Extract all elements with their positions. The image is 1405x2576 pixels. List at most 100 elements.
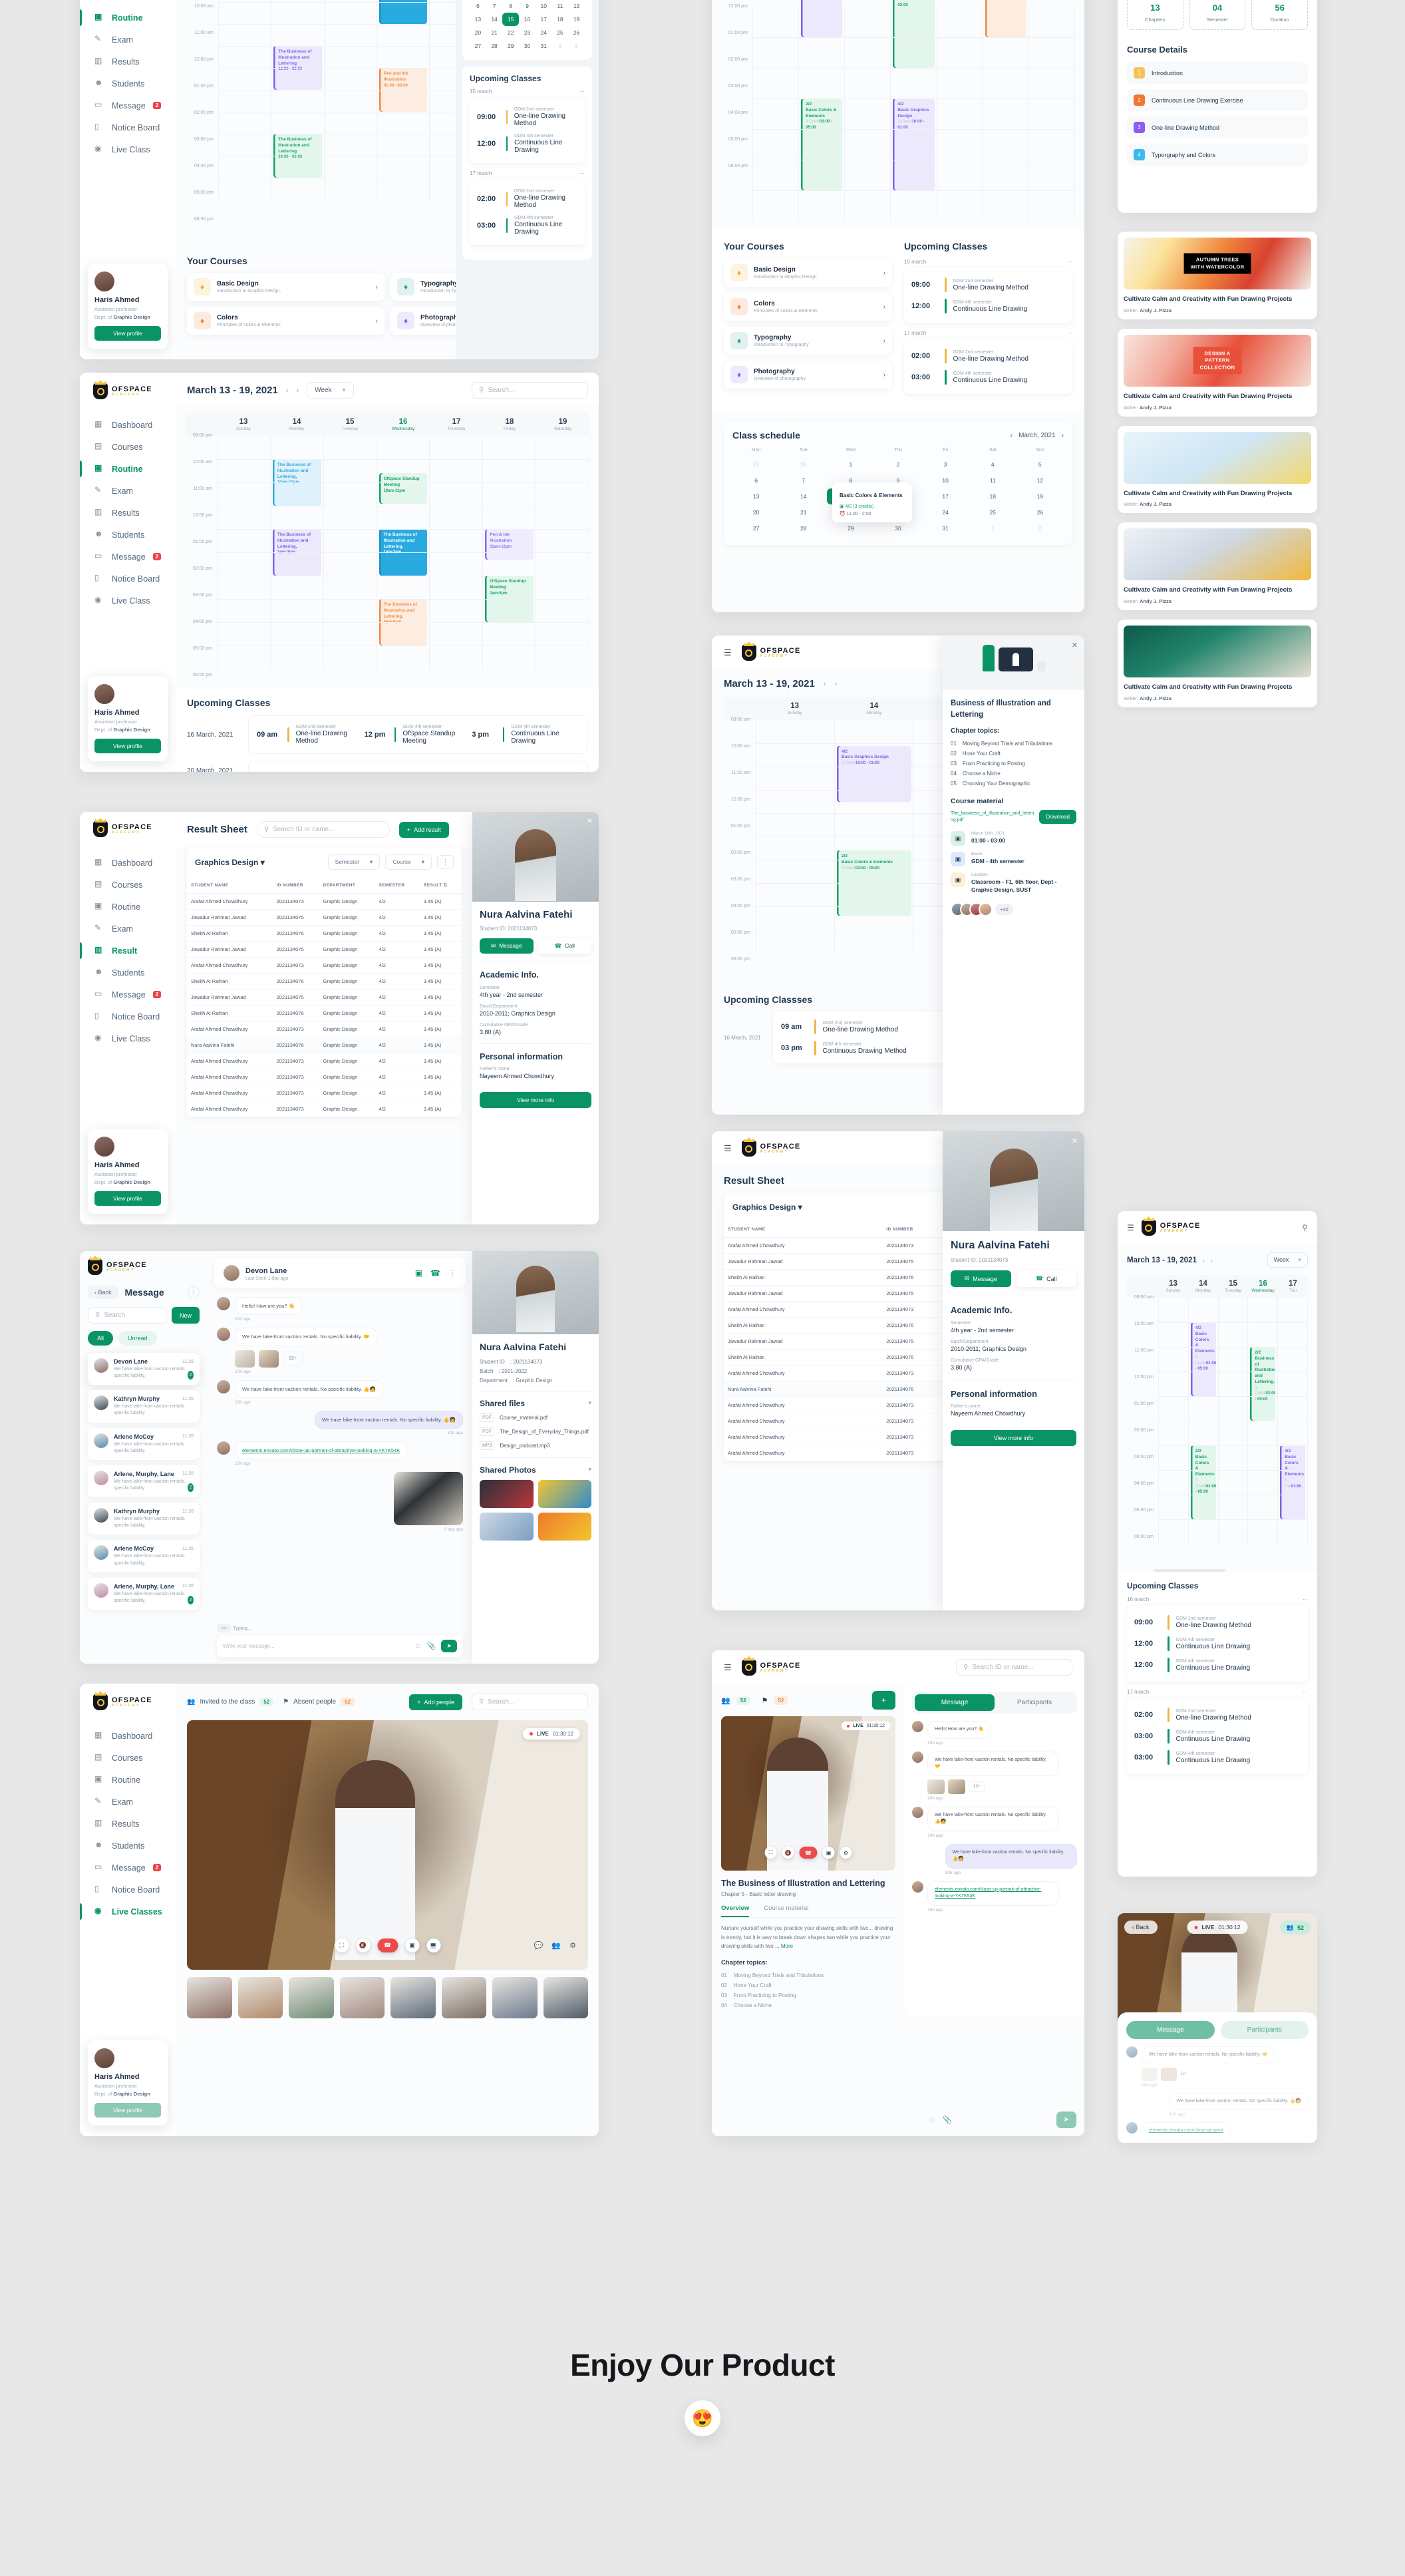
calendar-day[interactable]: 1	[552, 39, 569, 53]
course-detail-item[interactable]: 1 Introduction	[1127, 62, 1308, 84]
calendar-day-header[interactable]: 18 Friday	[483, 413, 536, 436]
calendar-day[interactable]: 9	[519, 0, 536, 13]
next-week-button[interactable]: ›	[296, 387, 299, 395]
more-options-icon[interactable]: ···	[1067, 259, 1072, 265]
sidebar-item-routine[interactable]: ▣ Routine	[80, 458, 176, 480]
topic-item[interactable]: 03 From Practicing to Posting	[721, 1990, 895, 2000]
article-card[interactable]: Cultivate Calm and Creativity with Fun D…	[1118, 620, 1317, 707]
participant-thumbnail[interactable]	[187, 1977, 232, 2018]
sidebar-item-live class[interactable]: ◉ Live Class	[80, 590, 176, 612]
upcoming-row[interactable]: 09:00 GDM 2nd semester One-line Drawing …	[1134, 1612, 1301, 1633]
download-button[interactable]: Download	[1039, 810, 1076, 825]
message-button[interactable]: ✉ Message	[480, 938, 534, 954]
upcoming-list[interactable]: 15 march ··· 09:00 GDM 2nd semester One-…	[904, 259, 1072, 394]
shared-file[interactable]: PDF The_Design_of_Everyday_Things.pdf	[480, 1427, 591, 1436]
calendar-grid[interactable]: 4/2 Basic Colors & Elements 3 Credit03:00 …	[1158, 1298, 1308, 1564]
table-row[interactable]: Arafat Ahmed Chowdhury 2021134073 Graphi…	[187, 1101, 462, 1117]
table-header[interactable]: ID NUMBER	[272, 877, 319, 894]
mini-calendar[interactable]: MonTueWedThuFriSatSun2728123456789101112…	[470, 0, 585, 53]
menu-icon[interactable]: ☰	[724, 647, 732, 658]
material-file-link[interactable]: The_business_of_illustration_and_letteri…	[951, 811, 1034, 824]
thread-item[interactable]: Arlene McCoy 11:26 We have lake-front va…	[88, 1427, 200, 1460]
upcoming-row[interactable]: 09 am GDM 2nd semester One-line Drawing …	[257, 721, 365, 748]
calendar-day[interactable]: 13	[470, 13, 486, 26]
sidebar-item-message[interactable]: ▭ Message 2	[80, 94, 176, 116]
calendar-day[interactable]: 3	[922, 457, 969, 472]
tab-participants[interactable]: Participants	[1220, 2021, 1309, 2039]
calendar-day[interactable]: 2	[568, 39, 585, 53]
sidebar-item-students[interactable]: ☻ Students	[80, 73, 176, 94]
calendar-day[interactable]: 16	[519, 13, 536, 26]
calendar-day[interactable]: 29	[827, 520, 874, 536]
thread-item[interactable]: Devon Lane 11:26 We have lake-front vact…	[88, 1353, 200, 1385]
calendar-column[interactable]: 4/2Basic Graphics Design3 Credit10:00 - …	[798, 0, 844, 221]
calendar-day[interactable]: 21	[486, 26, 503, 39]
calendar-day[interactable]: 20	[470, 26, 486, 39]
table-row[interactable]: Arafat Ahmed Chowdhury 2021134073 Graphi…	[187, 1085, 462, 1101]
calendar-day-header[interactable]: 17 Thursday	[430, 413, 483, 436]
calendar-day[interactable]: 2	[1016, 520, 1064, 536]
sidebar-item-routine[interactable]: ▣ Routine	[80, 7, 176, 29]
sidebar-item-students[interactable]: ☻ Students	[80, 962, 176, 984]
calendar-day-header[interactable]: 14 Monday	[1188, 1275, 1218, 1298]
calendar-day[interactable]: 7	[780, 472, 827, 488]
participant-thumbnails[interactable]	[176, 1970, 599, 2026]
calendar-day[interactable]: 11	[969, 472, 1016, 488]
course-card[interactable]: ♦ Typography Introduction to Typography …	[724, 327, 892, 355]
sidebar-item-message[interactable]: ▭ Message 2	[80, 546, 176, 568]
article-card[interactable]: DESIGN A PATTERN COLLECTION Cultivate Ca…	[1118, 328, 1317, 417]
sidebar-item-dashboard[interactable]: ▦ Dashboard	[80, 414, 176, 436]
upcoming-row[interactable]: 02:00 GDM 2nd semester One-line Drawing …	[477, 186, 577, 212]
calendar-event[interactable]: 2/2 Basic Colors & Elements 3 Credit03:00 …	[801, 98, 843, 190]
message-photo[interactable]	[948, 1779, 965, 1794]
close-icon[interactable]: ✕	[1072, 1137, 1078, 1145]
sidebar-item-courses[interactable]: ▤ Courses	[80, 436, 176, 458]
upcoming-row[interactable]: 3 pm GDM 4th semester Continuous Line Dr…	[472, 721, 579, 748]
calendar-day-header[interactable]: 17 Thu	[1278, 1275, 1308, 1298]
calendar-day[interactable]: 26	[568, 26, 585, 39]
calendar-column[interactable]: 2/2Business of Illustration and Letterin…	[890, 0, 936, 221]
participant-thumbnail[interactable]	[543, 1977, 588, 2018]
calendar-column[interactable]	[218, 0, 271, 200]
upcoming-row[interactable]: 03:00 GDM 4th semester Continuous Line D…	[1134, 1747, 1301, 1768]
calendar-day[interactable]: 19	[1016, 488, 1064, 504]
upcoming-row[interactable]: 12:00 GDM 4th semester Continuous Line D…	[477, 130, 577, 157]
view-profile-button[interactable]: View profile	[94, 739, 161, 753]
next-week-button[interactable]: ›	[1211, 1257, 1213, 1264]
calendar-day[interactable]: 11	[552, 0, 569, 13]
calendar-day-header[interactable]: 14 Monday	[270, 413, 323, 436]
upcoming-list[interactable]: 15 march ··· 09:00 GDM 2nd semester One-…	[470, 89, 585, 245]
sidebar-item-results[interactable]: ▥ Results	[80, 51, 176, 73]
screen-share-icon[interactable]: 💻	[426, 1938, 440, 1952]
new-message-button[interactable]: New	[171, 1307, 200, 1324]
calendar-day[interactable]: 28	[780, 520, 827, 536]
article-card[interactable]: AUTUMN TREES WITH WATERCOLOR Cultivate C…	[1118, 232, 1317, 319]
calendar-day[interactable]: 2	[874, 457, 921, 472]
menu-icon[interactable]: ☰	[1127, 1223, 1134, 1232]
course-detail-item[interactable]: 3 One-line Drawing Method	[1127, 116, 1308, 138]
course-filter[interactable]: Course ▾	[385, 854, 432, 870]
view-more-info-button[interactable]: View more info	[480, 1091, 591, 1108]
calendar-day[interactable]: 17	[536, 13, 552, 26]
course-detail-item[interactable]: 4 Typorgraphy and Colors	[1127, 144, 1308, 166]
table-header[interactable]: STUDENT NAME	[187, 877, 273, 894]
table-row[interactable]: Arafat Ahmed Chowdhury 2021134073 Graphi…	[187, 1069, 462, 1085]
prev-week-button[interactable]: ‹	[824, 680, 826, 688]
calendar-day[interactable]: 27	[732, 520, 780, 536]
shared-photo[interactable]	[480, 1479, 534, 1508]
add-people-button[interactable]: +	[871, 1691, 895, 1710]
participants-icon[interactable]: 👥	[551, 1941, 561, 1950]
upcoming-list[interactable]: 16 march ··· 09:00 GDM 2nd semester One-…	[1127, 1596, 1308, 1774]
sidebar-item-routine[interactable]: ▣ Routine	[80, 896, 176, 918]
search-box[interactable]: ⚲ Search...	[472, 1694, 588, 1710]
more-photos[interactable]: 12+	[1180, 2072, 1187, 2076]
calendar-day[interactable]: 31	[536, 39, 552, 53]
calendar-day[interactable]: 10	[536, 0, 552, 13]
prev-week-button[interactable]: ‹	[1203, 1257, 1205, 1264]
calendar-day[interactable]: 15	[502, 13, 520, 26]
calendar-event[interactable]: 2/2 Basic Colors & Elements 3 Credit03:00 …	[1190, 1445, 1216, 1519]
table-row[interactable]: Jawadur Rahman Jawad 2021134075 Graphic …	[187, 909, 462, 926]
calendar-day[interactable]: 6	[732, 472, 780, 488]
upcoming-row[interactable]: 03:00 GDM 4th semester Continuous Line D…	[477, 212, 577, 239]
participant-thumbnail[interactable]	[339, 1977, 385, 2018]
